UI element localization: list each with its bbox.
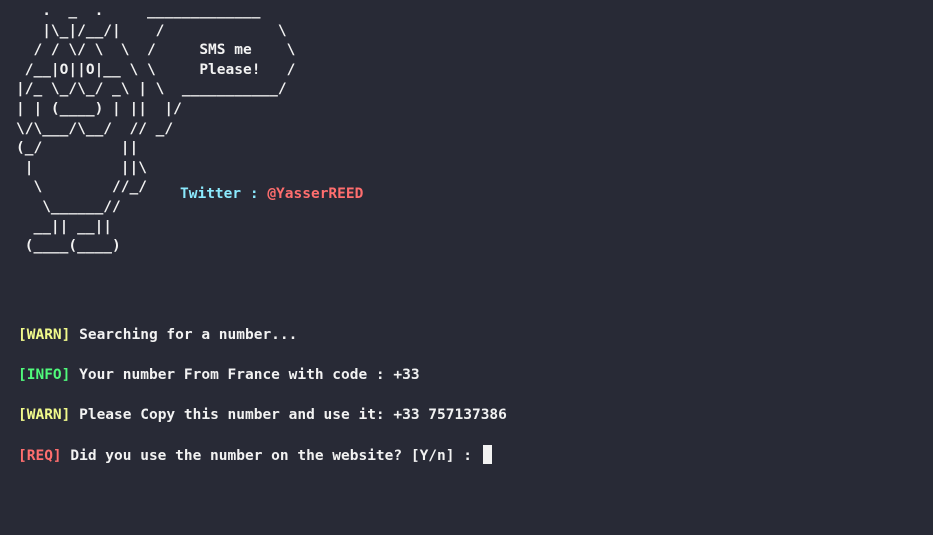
text-cursor[interactable] [482,445,492,464]
req-tag: [REQ] [18,448,62,464]
twitter-label: Twitter : [180,186,268,202]
log-text: Searching for a number... [70,327,298,343]
ascii-art-banner: . _ . _____________ |\_|/__/| / \ / / \/… [16,3,296,255]
log-line-warn-copy: [WARN] Please Copy this number and use i… [18,405,507,425]
twitter-credit: Twitter : @YasserREED [180,185,363,204]
twitter-handle: @YasserREED [267,186,364,202]
log-line-req-prompt[interactable]: [REQ] Did you use the number on the webs… [18,445,492,466]
info-tag: [INFO] [18,367,71,383]
warn-tag: [WARN] [18,407,71,423]
prompt-text: Did you use the number on the website? [… [61,448,481,464]
log-text: Your number From France with code : +33 [70,367,420,383]
log-text: Please Copy this number and use it: +33 … [70,407,507,423]
log-line-info-number: [INFO] Your number From France with code… [18,365,420,385]
terminal-window[interactable]: . _ . _____________ |\_|/__/| / \ / / \/… [0,0,933,535]
warn-tag: [WARN] [18,327,71,343]
log-line-warn-searching: [WARN] Searching for a number... [18,325,297,345]
